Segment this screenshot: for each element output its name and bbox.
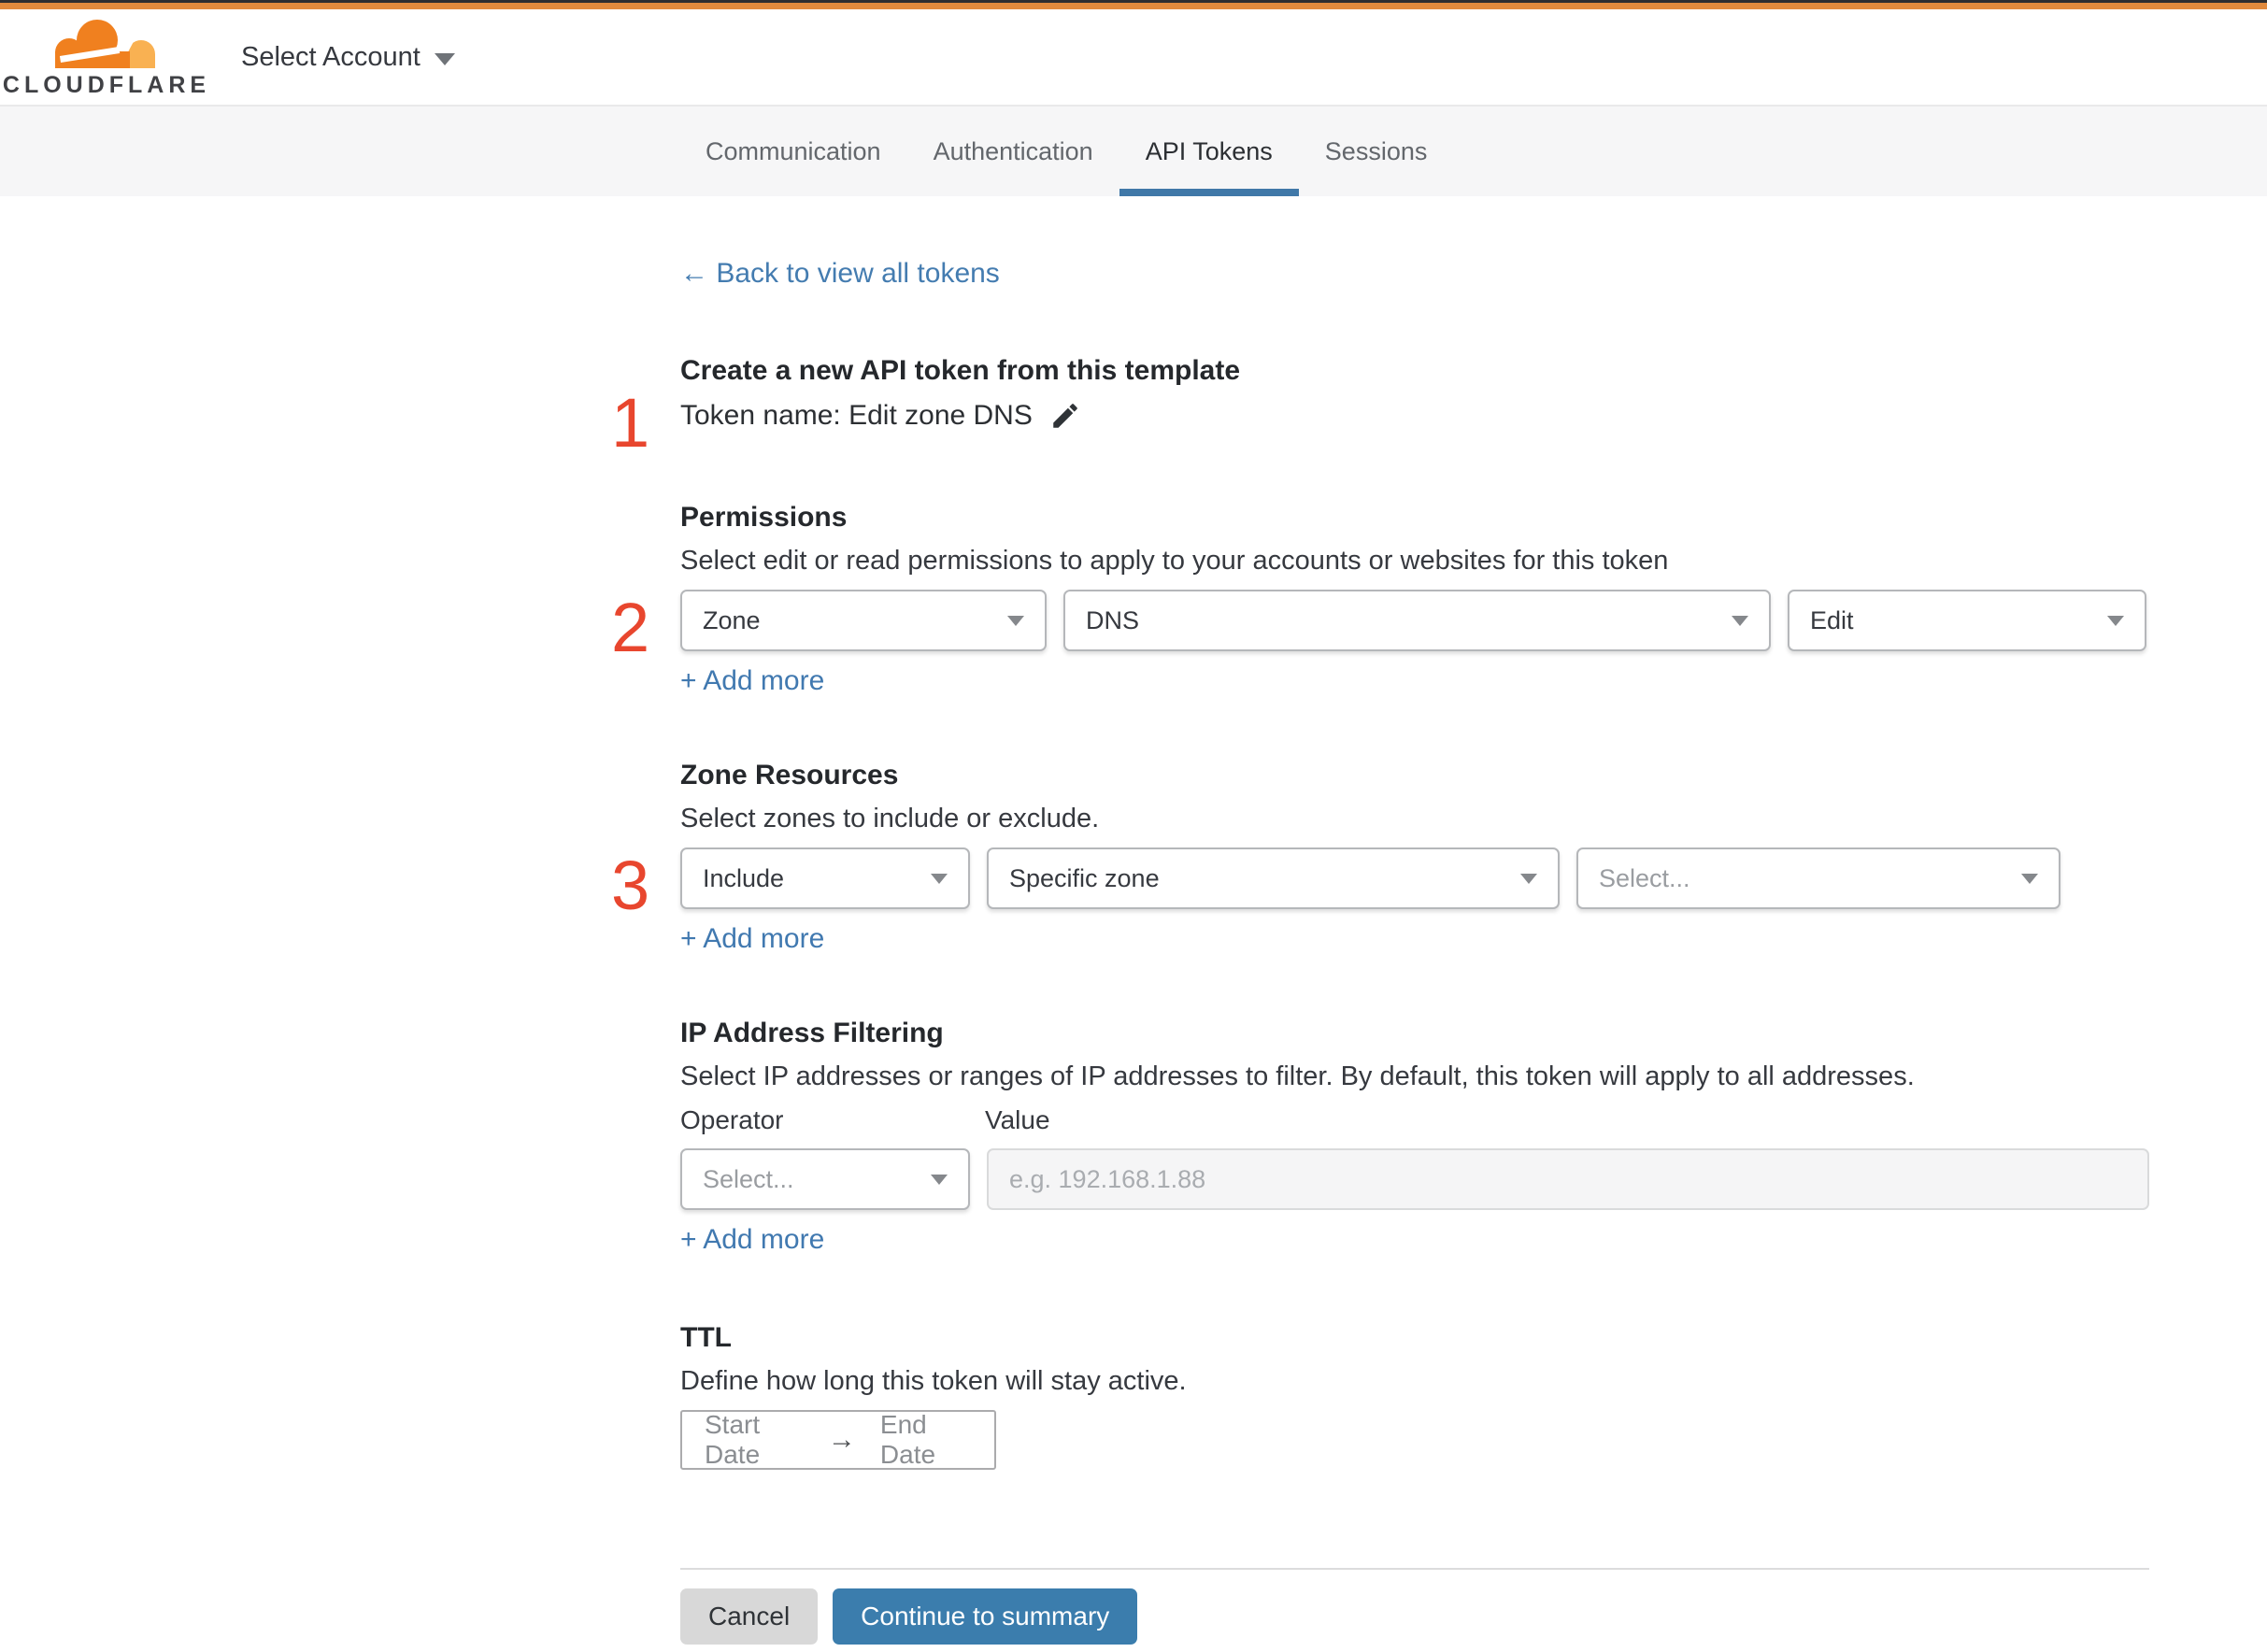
ip-operator-select[interactable]: Select... <box>680 1148 970 1210</box>
permissions-add-more-button[interactable]: + Add more <box>680 662 824 700</box>
zone-resources-title: Zone Resources <box>680 760 899 790</box>
ttl-title: TTL <box>680 1322 732 1353</box>
operator-label: Operator <box>680 1105 784 1134</box>
ttl-section: TTL Define how long this token will stay… <box>680 1320 2149 1470</box>
ip-filtering-section: IP Address Filtering Select IP addresses… <box>680 1016 2149 1259</box>
select-value: DNS <box>1086 605 1140 634</box>
step-marker-2: 2 <box>611 589 650 666</box>
chevron-down-icon <box>434 52 455 65</box>
permission-level-select[interactable]: Edit <box>1788 590 2146 651</box>
form-actions: Cancel Continue to summary <box>680 1588 2149 1645</box>
dropdown-caret-icon <box>1520 873 1537 884</box>
zone-resources-section: 3 Zone Resources Select zones to include… <box>611 758 2149 958</box>
app-header: CLOUDFLARE Select Account <box>0 9 2267 107</box>
dropdown-caret-icon <box>2107 615 2124 626</box>
start-date-placeholder: Start Date <box>705 1410 761 1469</box>
dropdown-caret-icon <box>1732 615 1748 626</box>
tab-sessions[interactable]: Sessions <box>1299 107 1454 196</box>
zone-resources-add-more-button[interactable]: + Add more <box>680 920 824 958</box>
active-tab-underline <box>1119 189 1299 196</box>
tab-label: Authentication <box>933 136 1093 165</box>
ip-filtering-add-more-button[interactable]: + Add more <box>680 1221 824 1259</box>
ip-value-input[interactable] <box>987 1148 2149 1210</box>
dropdown-caret-icon <box>2021 873 2038 884</box>
permissions-description: Select edit or read permissions to apply… <box>680 546 1669 576</box>
pencil-icon <box>1053 403 1077 428</box>
zone-picker-select[interactable]: Select... <box>1576 847 2060 909</box>
end-date-placeholder: End Date <box>879 1410 936 1469</box>
ttl-date-range-picker[interactable]: Start Date → End Date <box>680 1410 996 1470</box>
select-placeholder: Select... <box>1599 863 1690 892</box>
continue-to-summary-button[interactable]: Continue to summary <box>833 1588 1138 1645</box>
token-name-value: Token name: Edit zone DNS <box>680 400 1033 431</box>
edit-token-name-button[interactable] <box>1049 400 1081 432</box>
zone-include-exclude-select[interactable]: Include <box>680 847 970 909</box>
cloudflare-wordmark: CLOUDFLARE <box>2 71 211 98</box>
tab-label: API Tokens <box>1145 136 1273 165</box>
cloudflare-cloud-icon <box>55 19 155 73</box>
step-marker-3: 3 <box>611 847 650 924</box>
back-to-tokens-link[interactable]: ← Back to view all tokens <box>680 256 1000 291</box>
permissions-title: Permissions <box>680 502 848 533</box>
select-account-label: Select Account <box>241 41 421 72</box>
profile-tabbar: Communication Authentication API Tokens … <box>0 107 2267 196</box>
select-value: Zone <box>703 605 761 634</box>
create-token-form: ← Back to view all tokens 1 Create a new… <box>611 196 2149 1645</box>
permission-group-select[interactable]: DNS <box>1063 590 1771 651</box>
ip-filtering-title: IP Address Filtering <box>680 1018 944 1048</box>
dropdown-caret-icon <box>931 1174 948 1185</box>
select-account-dropdown[interactable]: Select Account <box>241 42 455 73</box>
permissions-section: 2 Permissions Select edit or read permis… <box>611 500 2149 700</box>
dropdown-caret-icon <box>931 873 948 884</box>
page-title: Create a new API token from this templat… <box>680 355 1241 386</box>
cloudflare-logo[interactable]: CLOUDFLARE <box>3 16 206 99</box>
dropdown-caret-icon <box>1007 615 1024 626</box>
select-placeholder: Select... <box>703 1164 794 1193</box>
tab-communication[interactable]: Communication <box>679 107 907 196</box>
ip-filtering-description: Select IP addresses or ranges of IP addr… <box>680 1061 1915 1091</box>
footer-divider <box>680 1568 2149 1570</box>
step-marker-1: 1 <box>611 384 650 462</box>
zone-resources-description: Select zones to include or exclude. <box>680 804 1100 833</box>
tab-label: Sessions <box>1324 136 1428 165</box>
tab-authentication[interactable]: Authentication <box>907 107 1119 196</box>
arrow-right-icon: → <box>827 1424 856 1455</box>
token-name-section: 1 Create a new API token from this templ… <box>611 353 2149 458</box>
value-label: Value <box>985 1105 1050 1134</box>
select-value: Specific zone <box>1009 863 1160 892</box>
select-value: Edit <box>1810 605 1854 634</box>
zone-scope-select[interactable]: Specific zone <box>987 847 1560 909</box>
tab-api-tokens[interactable]: API Tokens <box>1119 107 1299 196</box>
permission-scope-select[interactable]: Zone <box>680 590 1047 651</box>
ttl-description: Define how long this token will stay act… <box>680 1366 1187 1396</box>
tab-label: Communication <box>706 136 881 165</box>
top-orange-accent-bar <box>0 3 2267 9</box>
cancel-button[interactable]: Cancel <box>680 1588 819 1645</box>
select-value: Include <box>703 863 785 892</box>
